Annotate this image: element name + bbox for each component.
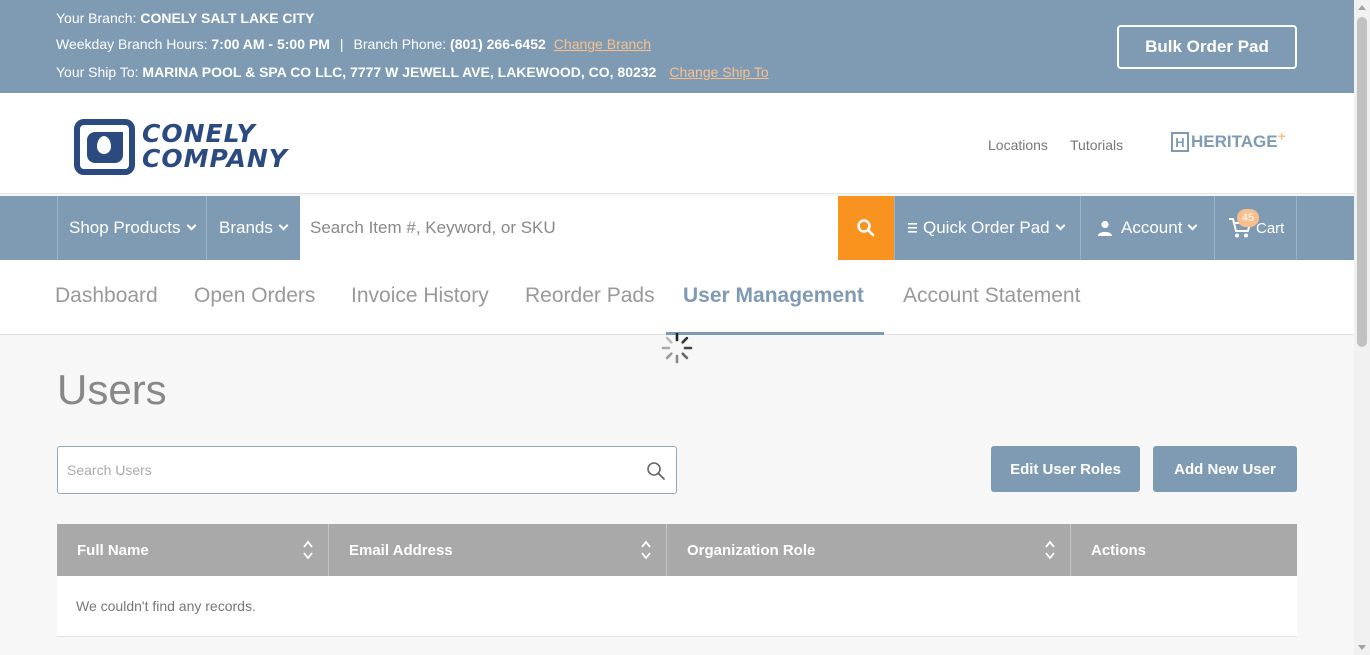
- account-tabs: Dashboard Open Orders Invoice History Re…: [0, 260, 1354, 335]
- branch-name: CONELY SALT LAKE CITY: [140, 10, 315, 26]
- quick-order-pad-label: Quick Order Pad: [923, 218, 1050, 237]
- chevron-down-icon: [186, 220, 196, 230]
- add-new-user-button[interactable]: Add New User: [1153, 446, 1297, 492]
- tab-invoice-history[interactable]: Invoice History: [351, 284, 489, 308]
- column-header-organization-role[interactable]: Organization Role: [667, 524, 1071, 576]
- conely-logo[interactable]: CONELY COMPANY: [74, 119, 304, 175]
- bulk-order-pad-button[interactable]: Bulk Order Pad: [1117, 25, 1297, 69]
- tab-user-management[interactable]: User Management: [683, 284, 864, 308]
- phone-label: Branch Phone:: [353, 36, 451, 52]
- tab-account-statement[interactable]: Account Statement: [903, 284, 1080, 308]
- users-table: Full Name Email Address Organization Rol…: [57, 524, 1297, 637]
- list-icon: [908, 223, 917, 233]
- main-navigation: Shop Products Brands Quick Order Pad Acc…: [0, 196, 1354, 260]
- shipto-label: Your Ship To:: [56, 64, 143, 80]
- search-icon: [857, 219, 875, 237]
- change-branch-link[interactable]: Change Branch: [554, 36, 651, 52]
- page-scrollbar[interactable]: [1354, 0, 1370, 655]
- phone-value: (801) 266-6452: [450, 36, 546, 52]
- shop-products-label: Shop Products: [69, 218, 181, 237]
- column-label: Full Name: [77, 541, 149, 559]
- column-header-full-name[interactable]: Full Name: [57, 524, 329, 576]
- shipto-line: Your Ship To: MARINA POOL & SPA CO LLC, …: [56, 64, 769, 80]
- heritage-plus-icon: +: [1277, 128, 1286, 144]
- tab-open-orders[interactable]: Open Orders: [194, 284, 315, 308]
- column-label: Organization Role: [687, 541, 816, 559]
- scroll-up-icon[interactable]: [1358, 5, 1366, 10]
- sort-icon[interactable]: [640, 539, 652, 561]
- scroll-down-icon[interactable]: [1358, 645, 1366, 650]
- product-search-button[interactable]: [838, 196, 894, 260]
- chevron-down-icon: [278, 220, 289, 230]
- hours-line: Weekday Branch Hours: 7:00 AM - 5:00 PM |…: [56, 36, 651, 52]
- cart-link[interactable]: Cart: [1228, 196, 1284, 260]
- heritage-logo[interactable]: H HERITAGE +: [1171, 128, 1286, 153]
- page-title: Users: [57, 366, 167, 413]
- active-tab-indicator: [666, 332, 884, 335]
- logo-mark-icon: [74, 119, 135, 175]
- separator: |: [339, 36, 344, 52]
- site-header: CONELY COMPANY Locations Tutorials H HER…: [0, 93, 1354, 194]
- cart-count-badge: 45: [1237, 209, 1259, 227]
- user-search: [57, 446, 677, 494]
- quick-order-pad-menu[interactable]: Quick Order Pad: [908, 196, 1066, 260]
- hours-value: 7:00 AM - 5:00 PM: [211, 36, 330, 52]
- logo-line-1: CONELY: [142, 119, 256, 148]
- tab-reorder-pads[interactable]: Reorder Pads: [525, 284, 655, 308]
- user-search-input[interactable]: [58, 447, 676, 493]
- branch-label: Your Branch:: [56, 10, 141, 26]
- table-header: Full Name Email Address Organization Rol…: [57, 524, 1297, 576]
- column-header-email[interactable]: Email Address: [329, 524, 667, 576]
- account-label: Account: [1121, 218, 1183, 237]
- edit-user-roles-button[interactable]: Edit User Roles: [991, 446, 1140, 492]
- shipto-value: MARINA POOL & SPA CO LLC, 7777 W JEWELL …: [142, 64, 657, 80]
- change-shipto-link[interactable]: Change Ship To: [669, 64, 768, 80]
- brands-label: Brands: [219, 218, 273, 237]
- branch-line: Your Branch: CONELY SALT LAKE CITY: [56, 10, 314, 26]
- chevron-down-icon: [1187, 220, 1198, 230]
- chevron-down-icon: [1055, 220, 1066, 230]
- heritage-mark-icon: H: [1171, 132, 1189, 152]
- logo-line-2: COMPANY: [142, 144, 288, 173]
- sort-icon[interactable]: [1044, 539, 1056, 561]
- shop-products-menu[interactable]: Shop Products: [69, 196, 196, 260]
- cart-label: Cart: [1256, 219, 1285, 237]
- heritage-text: HERITAGE: [1191, 132, 1278, 151]
- tab-dashboard[interactable]: Dashboard: [55, 284, 158, 308]
- logo-wordmark: CONELY COMPANY: [142, 121, 288, 171]
- search-icon[interactable]: [646, 461, 666, 481]
- empty-state-message: We couldn't find any records.: [76, 598, 256, 614]
- loading-spinner-icon: [661, 332, 693, 364]
- table-body: We couldn't find any records.: [57, 576, 1297, 637]
- brands-menu[interactable]: Brands: [219, 196, 289, 260]
- branch-info-bar: Your Branch: CONELY SALT LAKE CITY Weekd…: [0, 0, 1354, 93]
- user-icon: [1098, 220, 1112, 236]
- tutorials-link[interactable]: Tutorials: [1070, 137, 1123, 153]
- column-label: Email Address: [349, 541, 453, 559]
- hours-label: Weekday Branch Hours:: [56, 36, 212, 52]
- account-menu[interactable]: Account: [1097, 196, 1198, 260]
- column-header-actions: Actions: [1071, 524, 1297, 576]
- scrollbar-thumb[interactable]: [1357, 17, 1367, 347]
- product-search-input[interactable]: [300, 196, 838, 260]
- locations-link[interactable]: Locations: [988, 137, 1048, 153]
- sort-icon[interactable]: [302, 539, 314, 561]
- product-search: [300, 196, 838, 260]
- column-label: Actions: [1091, 541, 1147, 559]
